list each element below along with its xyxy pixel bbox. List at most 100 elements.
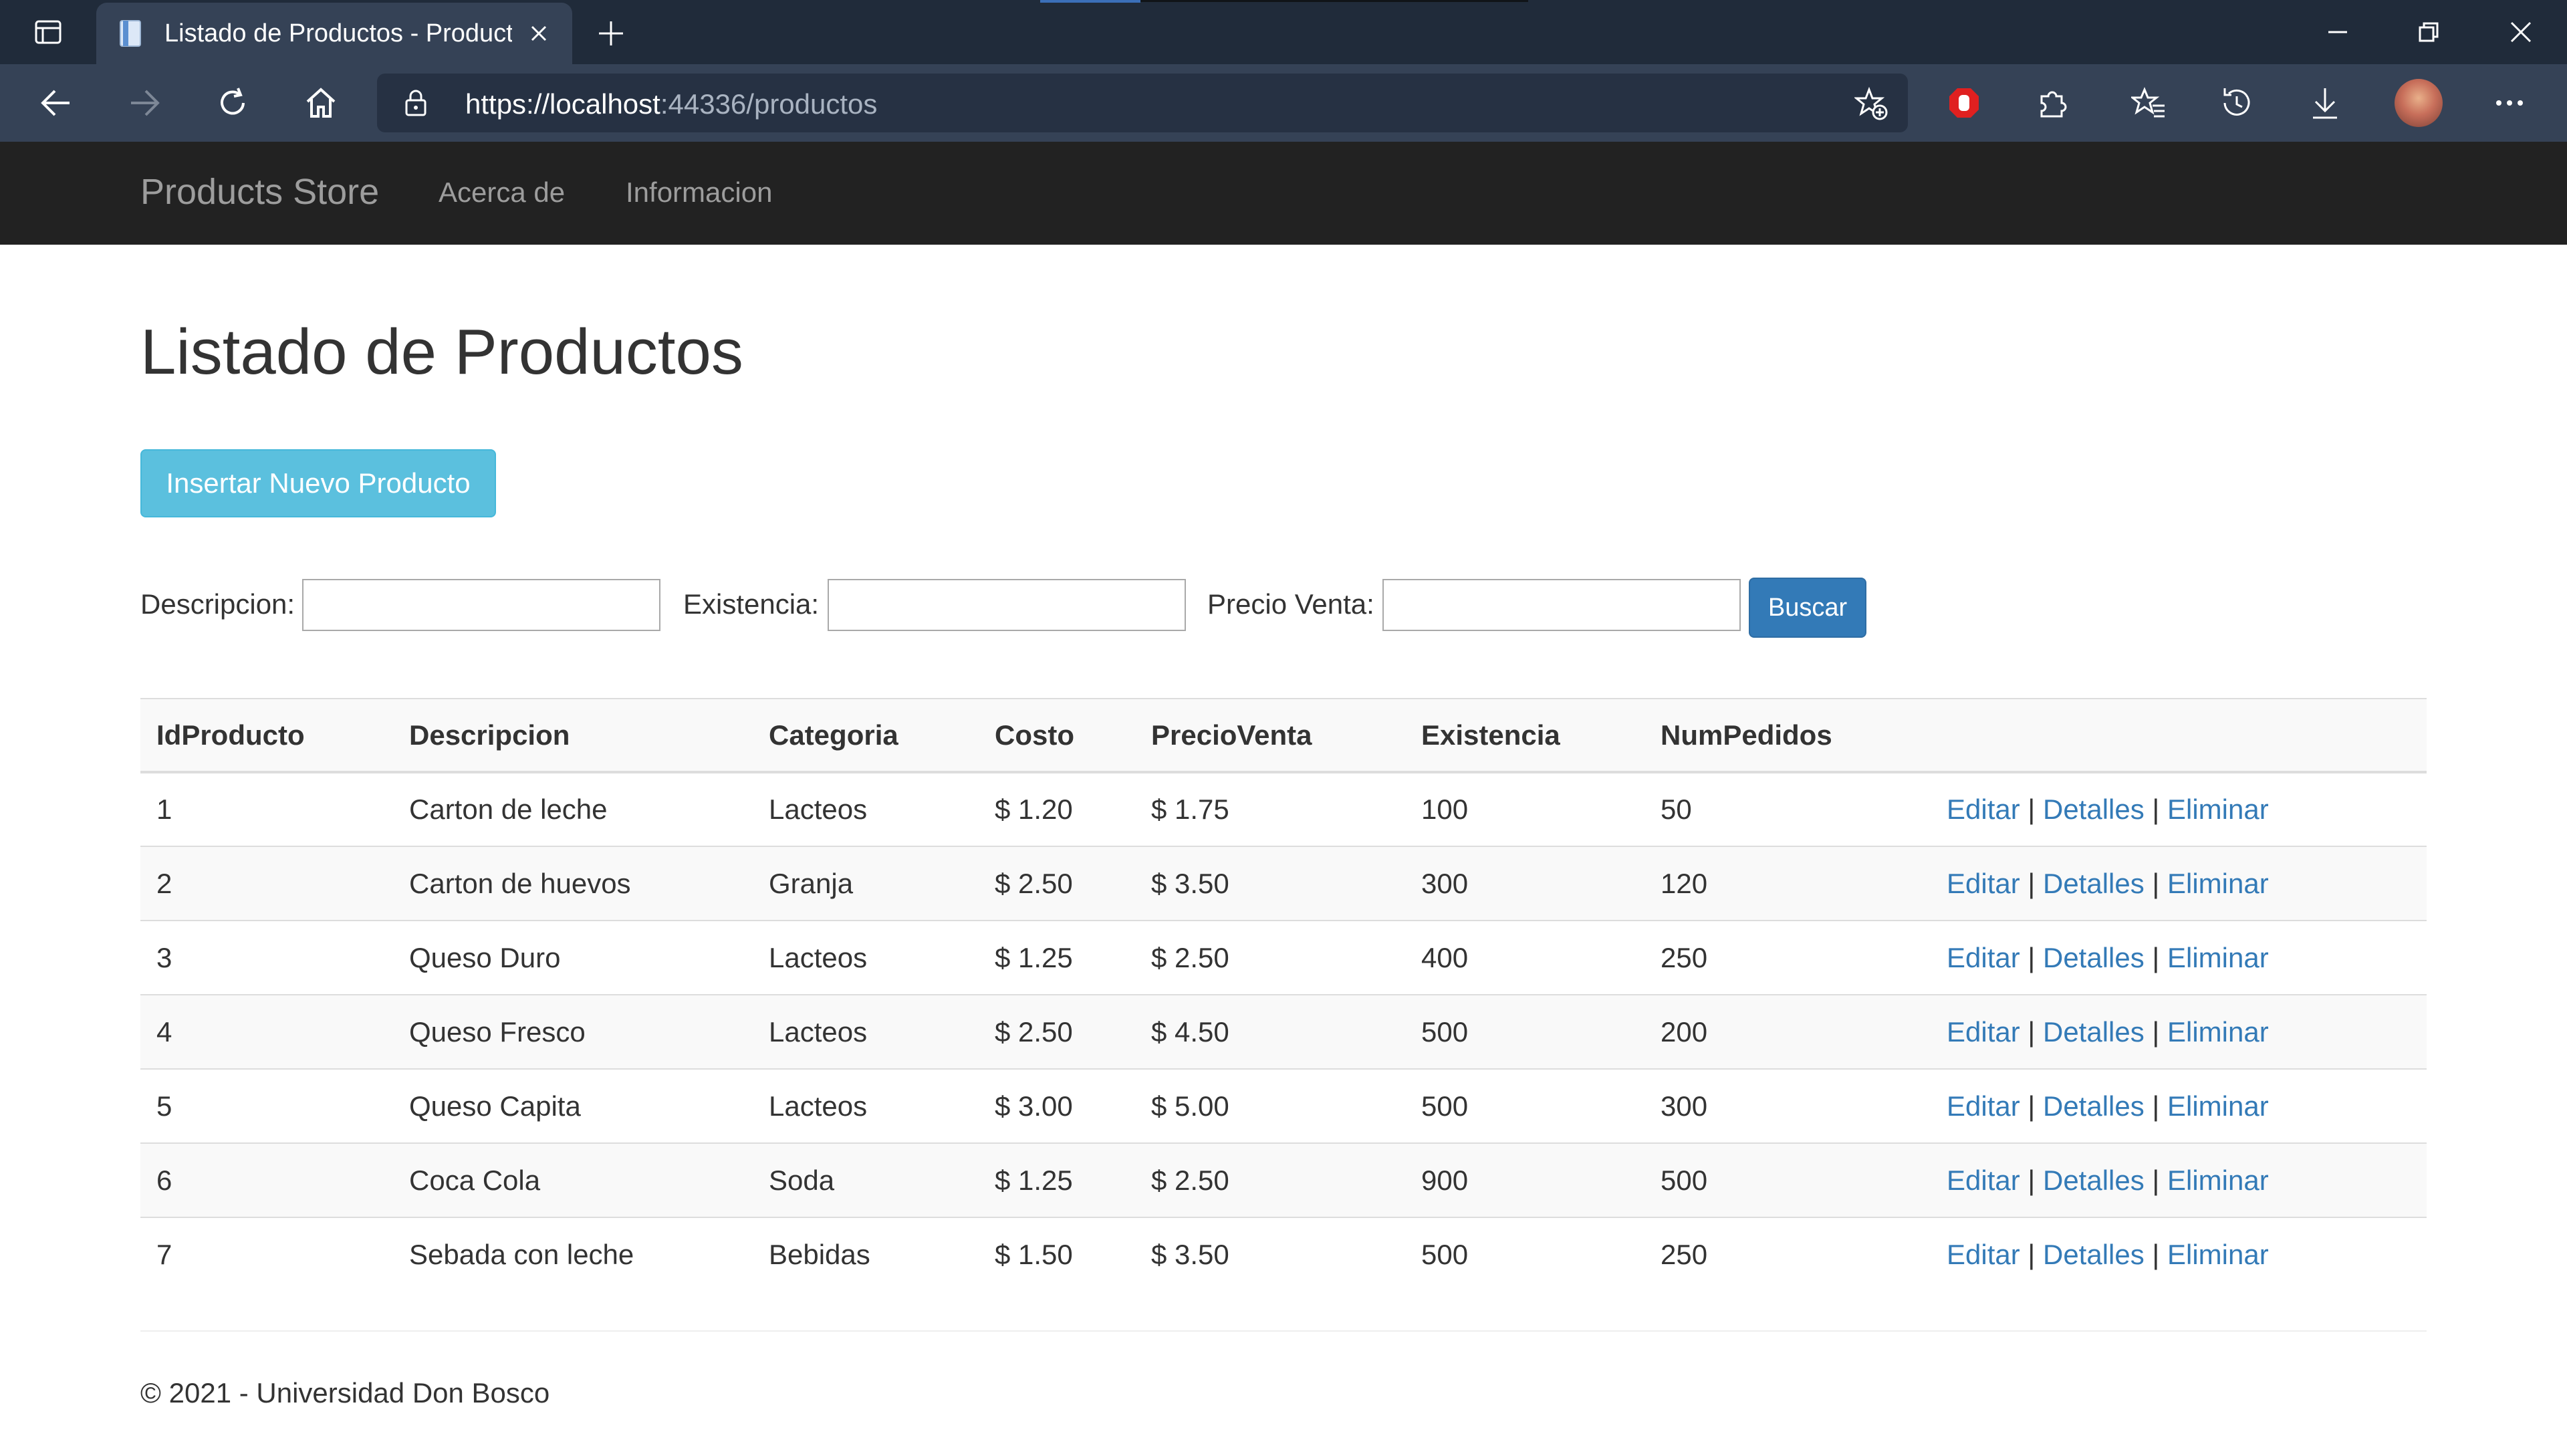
header-existencia: Existencia [1405,698,1644,773]
precio-venta-input[interactable] [1382,579,1741,631]
footer-text: © 2021 - Universidad Don Bosco [140,1377,550,1409]
browser-tab-active[interactable]: Listado de Productos - Products [96,3,572,64]
details-link[interactable]: Detalles [2043,942,2145,973]
forward-icon[interactable] [120,79,168,127]
extensions-icon[interactable] [2028,79,2076,127]
action-separator: | [2028,794,2036,825]
action-separator: | [2152,1239,2160,1270]
cell-categoria: Soda [753,1142,979,1217]
delete-link[interactable]: Eliminar [2167,1016,2269,1048]
delete-link[interactable]: Eliminar [2167,868,2269,899]
edit-link[interactable]: Editar [1947,1090,2020,1122]
delete-link[interactable]: Eliminar [2167,794,2269,825]
cell-costo: $ 1.20 [979,771,1135,846]
cell-actions: Editar | Detalles | Eliminar [1931,771,2427,846]
table-header-row: IdProducto Descripcion Categoria Costo P… [140,698,2427,773]
cell-existencia: 100 [1405,771,1644,846]
downloads-icon[interactable] [2301,79,2349,127]
table-row: 2 Carton de huevos Granja $ 2.50 $ 3.50 … [140,846,2427,921]
cell-actions: Editar | Detalles | Eliminar [1931,920,2427,995]
cell-costo: $ 2.50 [979,846,1135,921]
refresh-icon[interactable] [209,79,257,127]
delete-link[interactable]: Eliminar [2167,1090,2269,1122]
cell-costo: $ 2.50 [979,994,1135,1069]
minimize-icon[interactable] [2301,9,2374,55]
cell-id: 2 [140,846,393,921]
action-separator: | [2152,1164,2160,1196]
history-icon[interactable] [2213,79,2261,127]
descripcion-input[interactable] [302,579,660,631]
cell-descripcion: Carton de leche [393,771,753,846]
header-categoria: Categoria [753,698,979,773]
cell-categoria: Lacteos [753,771,979,846]
table-row: 3 Queso Duro Lacteos $ 1.25 $ 2.50 400 2… [140,920,2427,995]
cell-precioventa: $ 2.50 [1135,1142,1405,1217]
cell-descripcion: Sebada con leche [393,1217,753,1292]
edit-link[interactable]: Editar [1947,868,2020,899]
cell-actions: Editar | Detalles | Eliminar [1931,1217,2427,1292]
cell-precioventa: $ 3.50 [1135,1217,1405,1292]
table-row: 1 Carton de leche Lacteos $ 1.20 $ 1.75 … [140,771,2427,846]
header-actions [1931,698,2427,773]
edit-link[interactable]: Editar [1947,1239,2020,1270]
existencia-input[interactable] [828,579,1186,631]
delete-link[interactable]: Eliminar [2167,942,2269,973]
details-link[interactable]: Detalles [2043,1165,2145,1196]
home-icon[interactable] [297,79,345,127]
tab-actions-icon[interactable] [16,9,80,55]
adblock-extension-icon[interactable] [1940,79,1988,127]
cell-actions: Editar | Detalles | Eliminar [1931,1142,2427,1217]
action-separator: | [2152,941,2160,973]
restore-icon[interactable] [2392,9,2465,55]
browser-titlebar: Listado de Productos - Products [0,0,2567,64]
cell-actions: Editar | Detalles | Eliminar [1931,846,2427,921]
details-link[interactable]: Detalles [2043,1016,2145,1048]
new-tab-icon[interactable] [590,12,632,55]
more-options-icon[interactable] [2485,79,2534,127]
nav-link-acerca[interactable]: Acerca de [439,176,565,209]
titlebar-strip [1140,0,1528,2]
delete-link[interactable]: Eliminar [2167,1239,2269,1270]
cell-precioventa: $ 3.50 [1135,846,1405,921]
insert-product-button[interactable]: Insertar Nuevo Producto [140,449,496,517]
cell-precioventa: $ 2.50 [1135,920,1405,995]
cell-categoria: Bebidas [753,1217,979,1292]
back-icon[interactable] [32,79,80,127]
cell-numpedidos: 200 [1644,994,1931,1069]
existencia-label: Existencia: [683,588,820,620]
edit-link[interactable]: Editar [1947,1016,2020,1048]
lock-icon[interactable] [401,88,431,118]
cell-numpedidos: 300 [1644,1068,1931,1143]
details-link[interactable]: Detalles [2043,1090,2145,1122]
cell-actions: Editar | Detalles | Eliminar [1931,1068,2427,1143]
profile-avatar[interactable] [2395,79,2443,127]
cell-existencia: 500 [1405,1068,1644,1143]
navbar-brand[interactable]: Products Store [140,171,379,213]
tab-close-icon[interactable] [525,20,552,47]
site-navbar: Products Store Acerca de Informacion [0,142,2567,245]
favorites-icon[interactable] [2124,79,2173,127]
descripcion-label: Descripcion: [140,588,295,620]
cell-descripcion: Queso Fresco [393,994,753,1069]
cell-precioventa: $ 1.75 [1135,771,1405,846]
edit-link[interactable]: Editar [1947,1165,2020,1196]
details-link[interactable]: Detalles [2043,794,2145,825]
address-bar[interactable]: https://localhost:44336/productos [377,74,1908,132]
details-link[interactable]: Detalles [2043,868,2145,899]
action-separator: | [2152,1015,2160,1048]
details-link[interactable]: Detalles [2043,1239,2145,1270]
cell-descripcion: Queso Duro [393,920,753,995]
search-button[interactable]: Buscar [1749,578,1866,638]
close-window-icon[interactable] [2484,9,2558,55]
delete-link[interactable]: Eliminar [2167,1165,2269,1196]
edit-link[interactable]: Editar [1947,794,2020,825]
page-title: Listado de Productos [140,316,743,388]
nav-link-informacion[interactable]: Informacion [626,176,772,209]
add-favorite-icon[interactable] [1854,87,1889,122]
edit-link[interactable]: Editar [1947,942,2020,973]
action-separator: | [2028,1239,2036,1270]
loading-indicator [1040,0,1140,3]
cell-existencia: 400 [1405,920,1644,995]
cell-categoria: Lacteos [753,1068,979,1143]
url-text[interactable]: https://localhost:44336/productos [465,88,877,120]
